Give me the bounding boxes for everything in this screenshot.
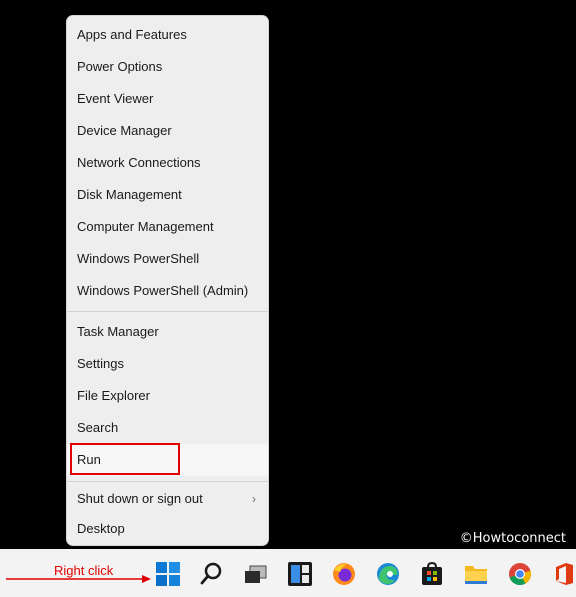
menu-item-apps-and-features[interactable]: Apps and Features	[67, 19, 268, 51]
chevron-right-icon: ›	[252, 492, 256, 506]
watermark: ©Howtoconnect	[459, 531, 566, 546]
menu-item-power-options[interactable]: Power Options	[67, 51, 268, 83]
menu-separator	[67, 481, 268, 482]
arrow-right-icon	[6, 575, 151, 583]
run-highlight-box	[70, 443, 180, 475]
menu-item-event-viewer[interactable]: Event Viewer	[67, 83, 268, 115]
menu-item-windows-powershell-admin[interactable]: Windows PowerShell (Admin)	[67, 275, 268, 307]
edge-icon[interactable]	[375, 561, 401, 587]
menu-item-shut-down-or-sign-out[interactable]: Shut down or sign out ›	[67, 483, 268, 515]
firefox-icon[interactable]	[331, 561, 357, 587]
taskbar: Right click	[0, 549, 576, 597]
menu-item-task-manager[interactable]: Task Manager	[67, 316, 268, 348]
menu-item-device-manager[interactable]: Device Manager	[67, 115, 268, 147]
office-icon[interactable]	[551, 561, 576, 587]
file-explorer-icon[interactable]	[463, 561, 489, 587]
search-icon[interactable]	[199, 561, 225, 587]
menu-item-network-connections[interactable]: Network Connections	[67, 147, 268, 179]
menu-item-file-explorer[interactable]: File Explorer	[67, 380, 268, 412]
windows-start-icon[interactable]	[155, 561, 181, 587]
microsoft-store-icon[interactable]	[419, 561, 445, 587]
menu-item-computer-management[interactable]: Computer Management	[67, 211, 268, 243]
menu-item-desktop[interactable]: Desktop	[67, 513, 268, 545]
menu-item-settings[interactable]: Settings	[67, 348, 268, 380]
widgets-icon[interactable]	[287, 561, 313, 587]
task-view-icon[interactable]	[243, 561, 269, 587]
menu-item-label: Shut down or sign out	[77, 491, 203, 506]
menu-separator	[67, 311, 268, 312]
menu-item-disk-management[interactable]: Disk Management	[67, 179, 268, 211]
menu-item-windows-powershell[interactable]: Windows PowerShell	[67, 243, 268, 275]
menu-item-search[interactable]: Search	[67, 412, 268, 444]
chrome-icon[interactable]	[507, 561, 533, 587]
